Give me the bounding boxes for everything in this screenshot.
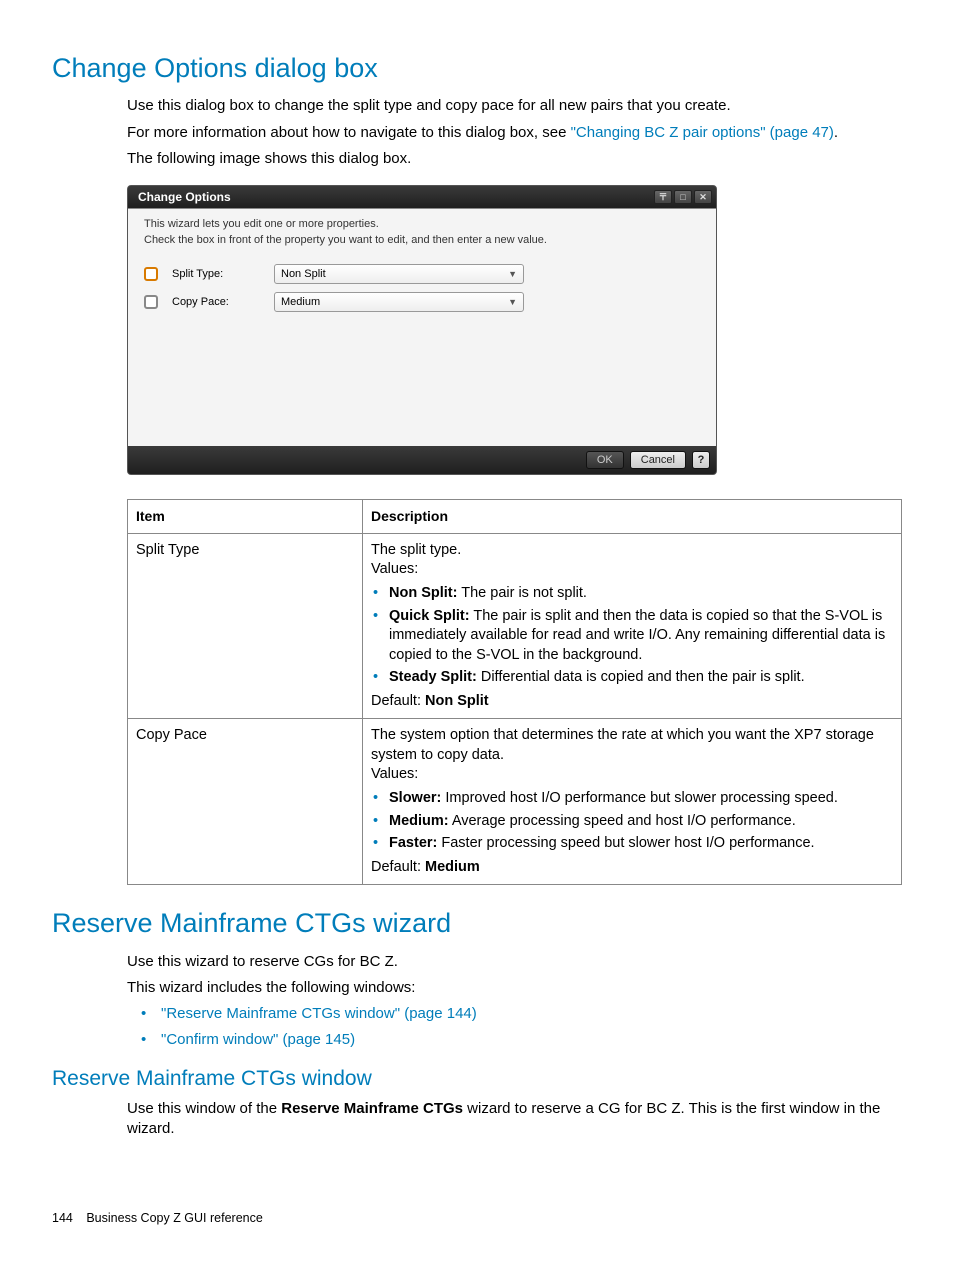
text: Reserve Mainframe CTGs <box>281 1100 463 1117</box>
text: Slower: <box>389 790 441 806</box>
cell-desc: The system option that determines the ra… <box>363 719 902 885</box>
text: . <box>834 124 838 141</box>
para: Use this dialog box to change the split … <box>127 96 902 116</box>
col-header-description: Description <box>363 499 902 533</box>
list-item: Faster: Faster processing speed but slow… <box>371 834 893 854</box>
list-item: "Confirm window" (page 145) <box>127 1030 902 1050</box>
para: Use this window of the Reserve Mainframe… <box>127 1099 902 1140</box>
para: For more information about how to naviga… <box>127 123 902 143</box>
link-confirm-window[interactable]: "Confirm window" (page 145) <box>161 1031 355 1048</box>
close-icon[interactable]: ✕ <box>694 190 712 204</box>
text: Default: Medium <box>371 858 893 878</box>
ok-button[interactable]: OK <box>586 451 624 469</box>
maximize-icon[interactable]: □ <box>674 190 692 204</box>
footer-title: Business Copy Z GUI reference <box>86 1211 262 1225</box>
text: Improved host I/O performance but slower… <box>441 790 838 806</box>
text: Use this window of the <box>127 1100 281 1117</box>
heading-change-options: Change Options dialog box <box>52 50 902 86</box>
heading-reserve-mainframe-ctgs-wizard: Reserve Mainframe CTGs wizard <box>52 905 902 941</box>
page-number: 144 <box>52 1210 73 1227</box>
minimize-icon[interactable]: 〒 <box>654 190 672 204</box>
text: Non Split <box>425 693 489 709</box>
text: The system option that determines the ra… <box>371 726 893 765</box>
dialog-title: Change Options <box>138 189 231 205</box>
text: Default: <box>371 859 425 875</box>
text: For more information about how to naviga… <box>127 124 571 141</box>
dialog-intro: Check the box in front of the property y… <box>144 233 700 248</box>
text: Differential data is copied and then the… <box>477 669 805 685</box>
change-options-dialog: Change Options 〒 □ ✕ This wizard lets yo… <box>127 185 717 475</box>
text: Steady Split: <box>389 669 477 685</box>
cell-item: Split Type <box>128 533 363 719</box>
text: Non Split: <box>389 585 457 601</box>
link-reserve-mainframe-ctgs-window[interactable]: "Reserve Mainframe CTGs window" (page 14… <box>161 1005 477 1022</box>
list-item: Medium: Average processing speed and hos… <box>371 812 893 832</box>
cell-item: Copy Pace <box>128 719 363 885</box>
checkbox-copy-pace[interactable] <box>144 295 158 309</box>
form-row-split-type: Split Type: Non Split ▼ <box>144 260 700 288</box>
chevron-down-icon: ▼ <box>508 268 517 280</box>
list-item: Steady Split: Differential data is copie… <box>371 668 893 688</box>
text: Faster processing speed but slower host … <box>437 835 814 851</box>
table-row: Split Type The split type. Values: Non S… <box>128 533 902 719</box>
text: Medium <box>425 859 480 875</box>
description-table: Item Description Split Type The split ty… <box>127 499 902 885</box>
text: Quick Split: <box>389 608 470 624</box>
text: Faster: <box>389 835 437 851</box>
page-footer: 144 Business Copy Z GUI reference <box>52 1210 902 1227</box>
text: Default: <box>371 693 425 709</box>
dialog-footer: OK Cancel ? <box>128 446 716 474</box>
dropdown-split-type[interactable]: Non Split ▼ <box>274 264 524 284</box>
table-row: Copy Pace The system option that determi… <box>128 719 902 885</box>
heading-reserve-mainframe-ctgs-window: Reserve Mainframe CTGs window <box>52 1065 902 1093</box>
text: The split type. <box>371 541 893 561</box>
text: Values: <box>371 560 893 580</box>
dialog-body: This wizard lets you edit one or more pr… <box>128 208 716 446</box>
label-copy-pace: Copy Pace: <box>172 295 260 310</box>
cell-desc: The split type. Values: Non Split: The p… <box>363 533 902 719</box>
dialog-titlebar: Change Options 〒 □ ✕ <box>128 186 716 208</box>
text: Default: Non Split <box>371 692 893 712</box>
chevron-down-icon: ▼ <box>508 296 517 308</box>
para: Use this wizard to reserve CGs for BC Z. <box>127 952 902 972</box>
dialog-intro: This wizard lets you edit one or more pr… <box>144 217 700 232</box>
cancel-button[interactable]: Cancel <box>630 451 686 469</box>
text: The pair is not split. <box>457 585 587 601</box>
list-item: Quick Split: The pair is split and then … <box>371 607 893 666</box>
link-changing-bc-z-pair-options[interactable]: "Changing BC Z pair options" (page 47) <box>571 124 834 141</box>
list-item: Slower: Improved host I/O performance bu… <box>371 789 893 809</box>
checkbox-split-type[interactable] <box>144 267 158 281</box>
label-split-type: Split Type: <box>172 267 260 282</box>
text: Values: <box>371 765 893 785</box>
form-row-copy-pace: Copy Pace: Medium ▼ <box>144 288 700 316</box>
dropdown-value: Medium <box>281 295 320 310</box>
para: The following image shows this dialog bo… <box>127 149 902 169</box>
help-button[interactable]: ? <box>692 451 710 469</box>
dropdown-value: Non Split <box>281 267 326 282</box>
para: This wizard includes the following windo… <box>127 978 902 998</box>
text: Medium: <box>389 813 449 829</box>
col-header-item: Item <box>128 499 363 533</box>
list-item: Non Split: The pair is not split. <box>371 584 893 604</box>
text: Average processing speed and host I/O pe… <box>449 813 796 829</box>
list-item: "Reserve Mainframe CTGs window" (page 14… <box>127 1004 902 1024</box>
dropdown-copy-pace[interactable]: Medium ▼ <box>274 292 524 312</box>
